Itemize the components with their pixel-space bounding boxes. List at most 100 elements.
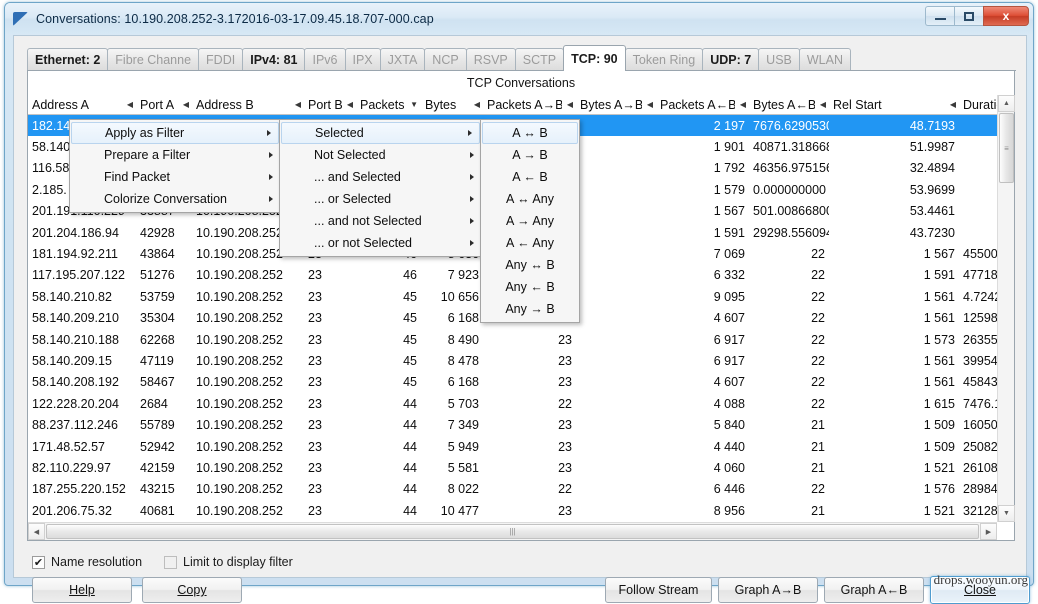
menu-item-a-b[interactable]: A ← B [481, 166, 579, 188]
table-row[interactable]: 187.255.220.1524321510.190.208.25223448 … [28, 479, 1014, 500]
vertical-scroll-thumb[interactable]: ≡ [999, 113, 1014, 183]
tab-ipx[interactable]: IPX [345, 48, 381, 71]
scroll-down-button[interactable]: ▼ [998, 505, 1015, 522]
close-window-button[interactable]: x [983, 6, 1029, 26]
table-row[interactable]: 171.48.52.575294210.190.208.25223445 949… [28, 436, 1014, 457]
tab-udp-7[interactable]: UDP: 7 [702, 48, 759, 71]
scroll-left-button[interactable]: ◀ [28, 523, 45, 540]
tab-ethernet-2[interactable]: Ethernet: 2 [27, 48, 108, 71]
column-header-port-a[interactable]: Port A◀ [136, 95, 192, 115]
table-row[interactable]: 58.140.209.154711910.190.208.25223458 47… [28, 350, 1014, 371]
table-cell: 62268 [136, 333, 192, 347]
name-resolution-checkbox[interactable]: ✔ [32, 556, 45, 569]
minimize-button[interactable] [925, 6, 954, 26]
menu-item-prepare-a-filter[interactable]: Prepare a Filter [70, 144, 280, 166]
table-row[interactable]: 88.237.112.2465578910.190.208.25223447 3… [28, 414, 1014, 435]
column-header-address-a[interactable]: Address A◀ [28, 95, 136, 115]
column-resize-handle[interactable]: ◀ [647, 101, 653, 109]
tab-ipv4-81[interactable]: IPv4: 81 [242, 48, 305, 71]
menu-item-a-b[interactable]: A → B [481, 144, 579, 166]
table-cell: 1 591 [829, 268, 959, 282]
column-resize-handle[interactable]: ◀ [567, 101, 573, 109]
column-resize-handle[interactable]: ◀ [127, 101, 133, 109]
tab-label: Token Ring [633, 53, 696, 67]
menu-item-selected[interactable]: Selected [281, 122, 480, 144]
tab-wlan[interactable]: WLAN [799, 48, 851, 71]
column-header-packets-a-b[interactable]: Packets A←B◀ [656, 95, 749, 115]
column-resize-handle[interactable]: ◀ [295, 101, 301, 109]
tab-ipv6[interactable]: IPv6 [304, 48, 345, 71]
horizontal-scroll-thumb[interactable]: ||| [46, 524, 979, 539]
tab-tcp-90[interactable]: TCP: 90 [563, 45, 626, 71]
menu-item-a-any[interactable]: A ← Any [481, 232, 579, 254]
menu-item-a-any[interactable]: A → Any [481, 210, 579, 232]
table-row[interactable]: 82.110.229.974215910.190.208.25223445 58… [28, 457, 1014, 478]
vertical-scrollbar[interactable]: ▲ ≡ ▼ [997, 95, 1014, 522]
table-row[interactable]: 122.228.20.204268410.190.208.25223445 70… [28, 393, 1014, 414]
table-row[interactable]: 58.140.208.1925846710.190.208.25223456 1… [28, 372, 1014, 393]
column-header-address-b[interactable]: Address B◀ [192, 95, 304, 115]
column-header-bytes-a-b[interactable]: Bytes A←B◀ [749, 95, 829, 115]
menu-item-colorize-conversation[interactable]: Colorize Conversation [70, 188, 280, 210]
column-resize-handle[interactable]: ◀ [740, 101, 746, 109]
limit-to-display-filter-checkbox[interactable] [164, 556, 177, 569]
column-resize-handle[interactable]: ◀ [347, 101, 353, 109]
table-cell: 40871.318668000 [749, 140, 829, 154]
table-cell: 1 561 [829, 290, 959, 304]
column-resize-handle[interactable]: ◀ [950, 101, 956, 109]
table-cell: 23 [304, 482, 356, 496]
column-header-packets[interactable]: Packets▼ [356, 95, 421, 115]
menu-item-a-any[interactable]: A ↔ Any [481, 188, 579, 210]
tab-rsvp[interactable]: RSVP [466, 48, 516, 71]
tab-sctp[interactable]: SCTP [515, 48, 564, 71]
table-cell: 51276 [136, 268, 192, 282]
column-header-bytes-a-b[interactable]: Bytes A→B◀ [576, 95, 656, 115]
menu-item-apply-as-filter[interactable]: Apply as Filter [71, 122, 279, 144]
scroll-right-button[interactable]: ▶ [980, 523, 997, 540]
menu-item-any-b[interactable]: Any ← B [481, 276, 579, 298]
graph-a-to-b-button[interactable]: Graph A→B [718, 577, 818, 603]
tab-usb[interactable]: USB [758, 48, 800, 71]
menu-item-and-not-selected[interactable]: ... and not Selected [280, 210, 481, 232]
menu-item-and-selected[interactable]: ... and Selected [280, 166, 481, 188]
table-cell: 44 [356, 440, 421, 454]
menu-item-label: A → B [512, 148, 547, 162]
column-resize-handle[interactable]: ◀ [474, 101, 480, 109]
graph-b-to-a-button[interactable]: Graph A←B [824, 577, 924, 603]
table-cell: 6 446 [656, 482, 749, 496]
table-row[interactable]: 201.206.75.324068110.190.208.252234410 4… [28, 500, 1014, 521]
column-resize-handle[interactable]: ◀ [183, 101, 189, 109]
table-cell: 181.194.92.211 [28, 247, 136, 261]
follow-stream-button[interactable]: Follow Stream [605, 577, 712, 603]
table-row[interactable]: 58.140.210.1886226810.190.208.25223458 4… [28, 329, 1014, 350]
column-header-bytes[interactable]: Bytes◀ [421, 95, 483, 115]
menu-item-label: Selected [315, 126, 364, 140]
help-button[interactable]: Help [32, 577, 132, 603]
column-header-rel-start[interactable]: Rel Start◀ [829, 95, 959, 115]
table-cell: 45 [356, 333, 421, 347]
menu-item-or-selected[interactable]: ... or Selected [280, 188, 481, 210]
menu-item-any-b[interactable]: Any → B [481, 298, 579, 320]
submenu-arrow-icon [470, 240, 474, 246]
scroll-up-button[interactable]: ▲ [998, 95, 1015, 112]
tab-fddi[interactable]: FDDI [198, 48, 243, 71]
submenu-arrow-icon [470, 218, 474, 224]
table-cell: 1 579 [656, 183, 749, 197]
horizontal-scrollbar[interactable]: ◀ ||| ▶ [28, 522, 997, 540]
column-header-packets-a-b[interactable]: Packets A→B◀ [483, 95, 576, 115]
tab-jxta[interactable]: JXTA [380, 48, 426, 71]
menu-item-or-not-selected[interactable]: ... or not Selected [280, 232, 481, 254]
tab-ncp[interactable]: NCP [424, 48, 466, 71]
column-header-port-b[interactable]: Port B◀ [304, 95, 356, 115]
column-resize-handle[interactable]: ◀ [820, 101, 826, 109]
menu-item-any-b[interactable]: Any ↔ B [481, 254, 579, 276]
menu-item-not-selected[interactable]: Not Selected [280, 144, 481, 166]
copy-button[interactable]: Copy [142, 577, 242, 603]
menu-item-a-b[interactable]: A ↔ B [482, 122, 578, 144]
tab-fibre-channe[interactable]: Fibre Channe [107, 48, 199, 71]
menu-item-find-packet[interactable]: Find Packet [70, 166, 280, 188]
tab-label: UDP: 7 [710, 53, 751, 67]
tab-token-ring[interactable]: Token Ring [625, 48, 704, 71]
maximize-button[interactable] [954, 6, 983, 26]
table-cell: 52942 [136, 440, 192, 454]
